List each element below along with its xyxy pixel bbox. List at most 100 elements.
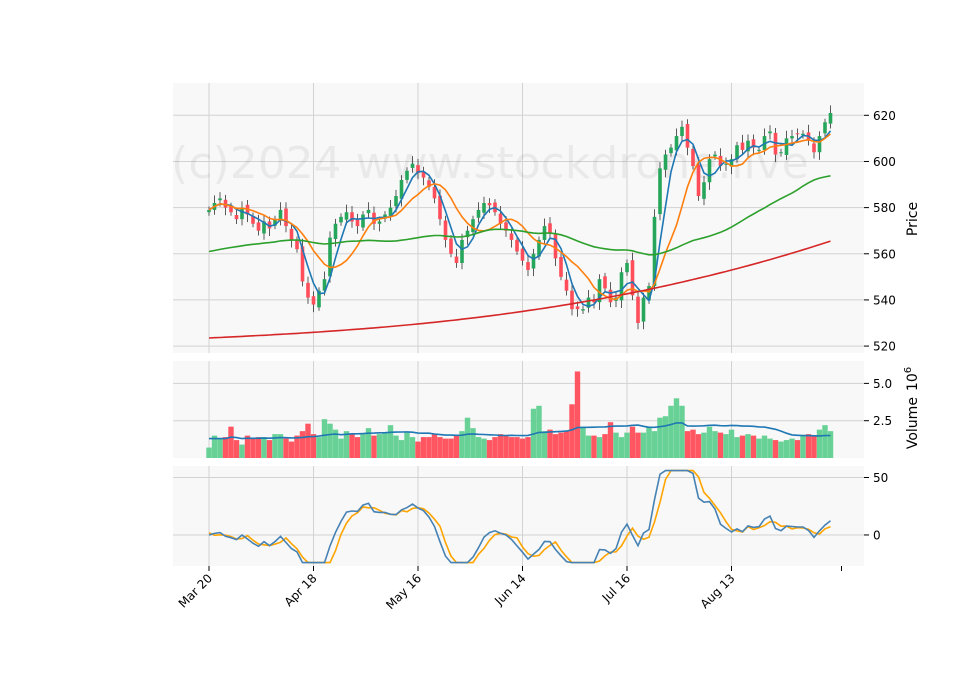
candle-down [487, 203, 492, 206]
volume-bar-down [492, 437, 498, 458]
candle-down [289, 228, 294, 240]
candle-up [669, 147, 673, 154]
volume-bar-down [794, 440, 801, 458]
candle-down [795, 133, 800, 135]
candle-up [471, 219, 475, 233]
volume-bar-up [712, 431, 718, 458]
volume-bar-up [327, 423, 333, 458]
candle-down [295, 239, 299, 250]
candle-up [779, 152, 783, 154]
chart-container: (c)2024 www.stockdrone.live Mar 20 Apr 18… [0, 0, 960, 690]
candle-down [685, 124, 690, 148]
candle-up [823, 122, 827, 134]
volume-bar-down [503, 435, 509, 458]
volume-axis-label: Volume106 [903, 367, 921, 449]
volume-bar-up [679, 405, 685, 458]
indicator-tick-label: 50 [873, 471, 888, 485]
stock-chart-svg: (c)2024 www.stockdrone.live Mar 20 Apr 18… [171, 83, 921, 612]
volume-bar-down [442, 438, 449, 458]
volume-bar-down [266, 440, 273, 458]
candle-down [306, 282, 310, 298]
volume-bar-up [393, 435, 399, 458]
volume-bar-down [228, 426, 234, 458]
volume-bar-up [618, 437, 625, 458]
volume-bar-down [420, 437, 427, 458]
candle-down [311, 296, 316, 305]
volume-bar-down [772, 440, 779, 458]
volume-bar-down [349, 434, 355, 458]
volume-bar-down [431, 434, 438, 458]
candle-up [405, 170, 409, 180]
volume-bar-up [338, 438, 344, 458]
volume-bar-down [371, 435, 377, 458]
volume-bar-down [508, 437, 515, 458]
volume-bar-down [574, 371, 581, 458]
volume-bar-down [519, 438, 526, 458]
volume-bar-up [360, 434, 366, 458]
volume-bar-up [409, 437, 416, 458]
x-tick-label: Aug 13 [698, 571, 738, 611]
volume-bar-down [250, 438, 256, 458]
volume-bar-up [651, 431, 658, 458]
volume-bar-down [629, 426, 636, 458]
volume-bar-down [563, 431, 570, 458]
volume-bar-down [811, 435, 817, 458]
candle-down [449, 238, 453, 254]
volume-bar-down [525, 437, 531, 458]
price-axis-label: Price [905, 202, 921, 236]
candle-up [817, 136, 822, 153]
candle-down [526, 262, 530, 270]
candle-down [564, 279, 569, 291]
candle-up [784, 138, 789, 155]
volume-bar-up [464, 417, 471, 458]
volume-bar-down [222, 437, 229, 458]
price-tick-label: 560 [873, 247, 896, 261]
volume-bar-up [316, 437, 322, 458]
candle-down [603, 276, 607, 289]
candle-up [460, 239, 464, 263]
candle-down [559, 257, 563, 277]
candle-up [207, 209, 211, 213]
volume-bar-up [767, 438, 773, 458]
volume-bar-down [294, 435, 300, 458]
x-tick-label: Jun 14 [491, 571, 528, 608]
candle-down [515, 239, 519, 252]
candle-down [691, 149, 695, 167]
candle-down [570, 290, 574, 310]
volume-bar-up [778, 441, 784, 458]
candle-up [476, 209, 481, 218]
candle-up [663, 154, 668, 170]
candle-down [234, 215, 239, 220]
volume-bar-up [662, 416, 669, 458]
candle-down [284, 208, 288, 227]
candle-up [333, 223, 338, 239]
candle-up [240, 207, 244, 220]
candle-up [377, 221, 382, 224]
candle-up [790, 136, 794, 139]
candle-down [548, 223, 552, 233]
candle-up [531, 253, 536, 269]
volume-bar-up [481, 438, 487, 458]
volume-bar-up [261, 437, 267, 458]
candle-down [509, 233, 514, 240]
volume-bar-down [255, 437, 262, 458]
candle-down [256, 222, 261, 231]
candle-up [366, 209, 371, 214]
volume-bar-down [750, 435, 757, 458]
candle-up [702, 182, 706, 199]
indicator-panel-bg [173, 466, 864, 566]
volume-bar-down [354, 437, 361, 458]
volume-bar-up [217, 438, 223, 458]
candle-up [828, 113, 833, 124]
volume-bar-up [657, 417, 663, 458]
volume-bar-up [800, 435, 806, 458]
candle-up [394, 196, 398, 207]
candle-down [636, 296, 640, 323]
candle-down [454, 256, 459, 263]
volume-bar-up [387, 425, 394, 458]
indicator-tick-label: 0 [873, 528, 881, 542]
candle-up [482, 203, 486, 213]
candle-up [707, 159, 712, 183]
candle-up [410, 163, 415, 168]
price-tick-label: 620 [873, 109, 896, 123]
